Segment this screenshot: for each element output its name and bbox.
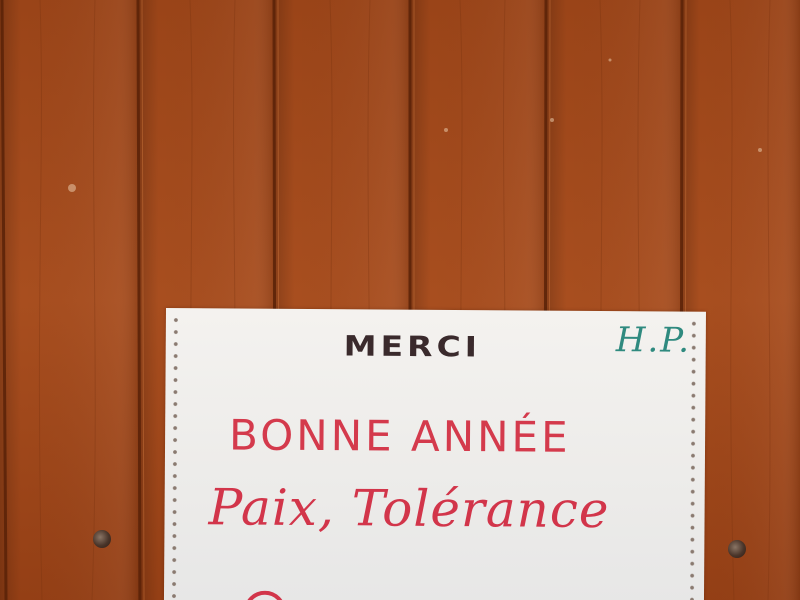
partial-letter-cut-off	[243, 590, 287, 600]
nail-head-right	[728, 540, 746, 558]
photo-scene: MERCI H.P. BONNE ANNÉE Paix, Tolérance	[0, 0, 800, 600]
tractor-feed-holes-left	[171, 314, 178, 600]
paper-sign: MERCI H.P. BONNE ANNÉE Paix, Tolérance	[163, 308, 706, 600]
nail-head-left	[93, 530, 111, 548]
sign-line-bonne-annee: BONNE ANNÉE	[228, 410, 571, 462]
sign-line-paix-tolerance: Paix, Tolérance	[208, 478, 610, 540]
sign-header: MERCI	[343, 329, 482, 364]
sign-initials: H.P.	[615, 320, 692, 361]
tractor-feed-holes-right	[689, 317, 696, 600]
